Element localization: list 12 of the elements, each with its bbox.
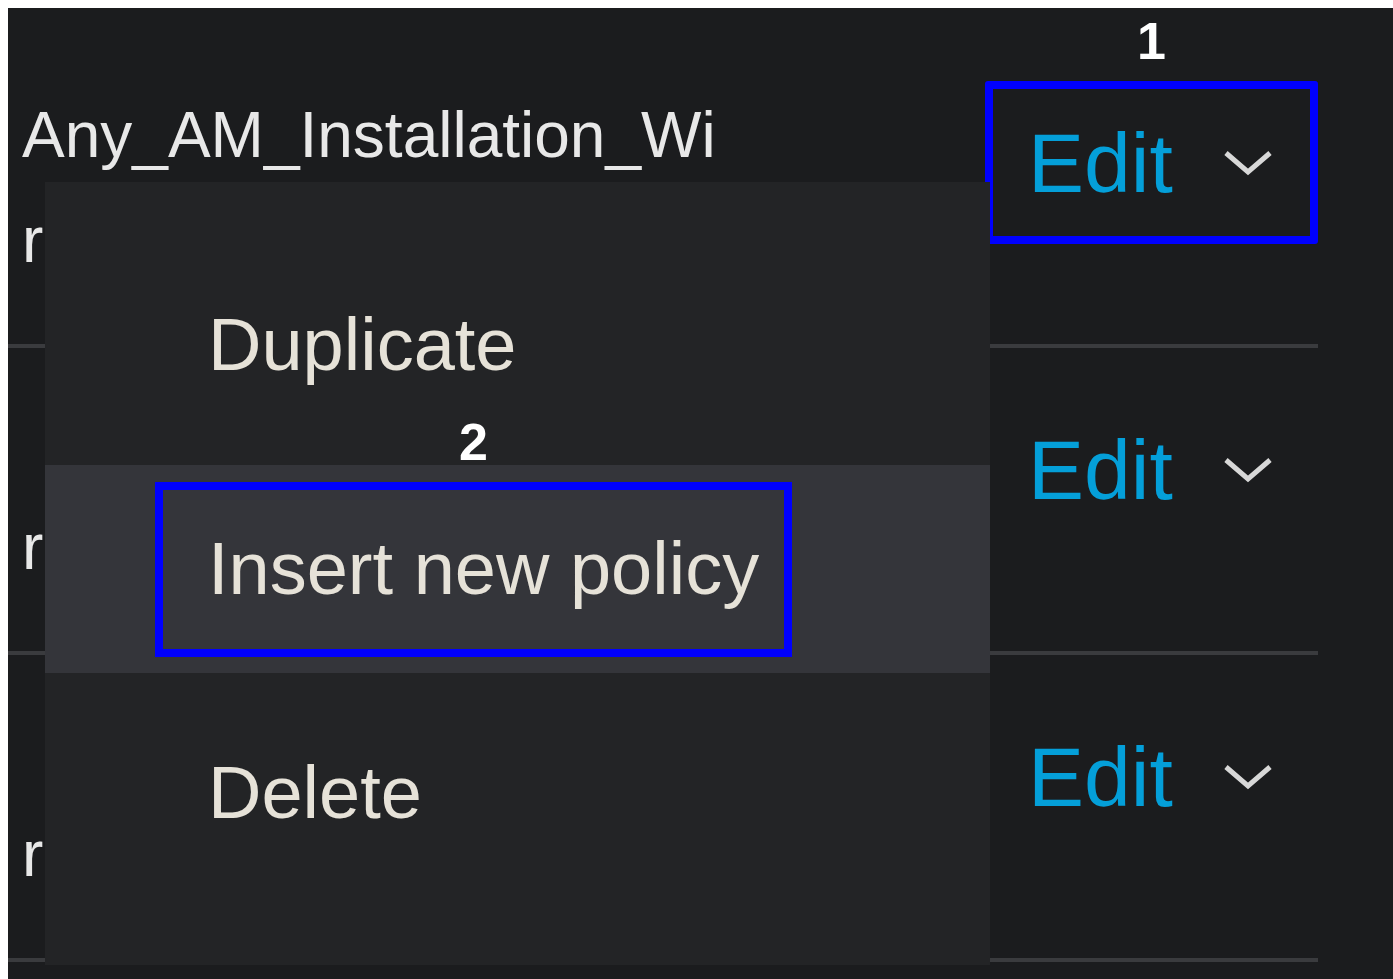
annotation-number: 1: [1137, 11, 1166, 71]
edit-dropdown-button[interactable]: Edit: [993, 89, 1273, 236]
chevron-down-icon: [1222, 763, 1273, 790]
policy-name: r: [22, 817, 44, 892]
policy-name: Any_AM_Installation_Wi: [22, 98, 716, 173]
policy-name: r: [22, 203, 44, 278]
edit-dropdown-button[interactable]: Edit: [993, 396, 1273, 543]
policy-name: r: [22, 510, 44, 585]
menu-item-label: Delete: [208, 756, 422, 830]
chevron-down-icon: [1222, 149, 1273, 176]
chevron-down-icon: [1222, 456, 1273, 483]
edit-dropdown-button[interactable]: Edit: [993, 703, 1273, 850]
